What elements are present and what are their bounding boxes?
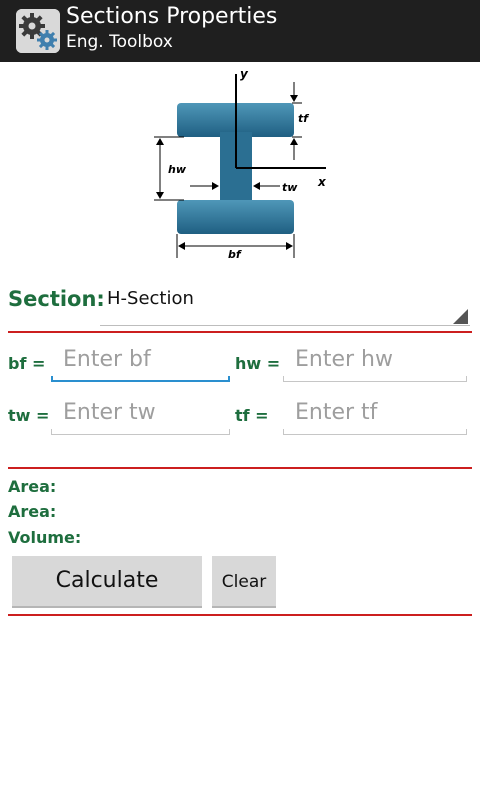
- app-title: Sections Properties: [66, 4, 278, 29]
- dropdown-arrow-icon: [453, 309, 468, 324]
- bf-label: bf =: [8, 354, 46, 373]
- hw-placeholder: Enter hw: [295, 347, 393, 372]
- tw-placeholder: Enter tw: [63, 400, 156, 425]
- bf-input[interactable]: Enter bf: [51, 346, 230, 382]
- diagram-label-bf: bf: [228, 248, 242, 261]
- diagram-label-y: y: [240, 67, 249, 81]
- tw-input[interactable]: Enter tw: [51, 399, 230, 435]
- section-label: Section:: [8, 287, 105, 311]
- bf-placeholder: Enter bf: [63, 347, 151, 372]
- clear-button[interactable]: Clear: [212, 556, 276, 608]
- gears-icon[interactable]: [16, 9, 60, 53]
- result-volume: Volume:: [8, 528, 82, 547]
- divider-middle: [8, 467, 472, 469]
- tf-placeholder: Enter tf: [295, 400, 378, 425]
- diagram-label-tw: tw: [282, 181, 298, 194]
- section-selected-value: H-Section: [107, 288, 194, 309]
- result-area-2: Area:: [8, 502, 57, 521]
- calculate-button[interactable]: Calculate: [12, 556, 202, 608]
- tf-label: tf =: [235, 406, 269, 425]
- hw-input[interactable]: Enter hw: [283, 346, 467, 382]
- divider-bottom: [8, 614, 472, 616]
- spinner-underline: [100, 325, 470, 326]
- tw-label: tw =: [8, 406, 50, 425]
- section-spinner[interactable]: H-Section: [100, 284, 470, 326]
- h-section-diagram: y x tf hw tw bf: [140, 66, 340, 266]
- diagram-label-hw: hw: [168, 163, 187, 176]
- diagram-label-tf: tf: [298, 112, 309, 125]
- diagram-label-x: x: [317, 175, 327, 189]
- action-bar: Sections Properties Eng. Toolbox: [0, 0, 480, 62]
- hw-label: hw =: [235, 354, 281, 373]
- tf-input[interactable]: Enter tf: [283, 399, 467, 435]
- app-subtitle: Eng. Toolbox: [66, 32, 173, 52]
- result-area-1: Area:: [8, 477, 57, 496]
- divider-top: [8, 331, 472, 333]
